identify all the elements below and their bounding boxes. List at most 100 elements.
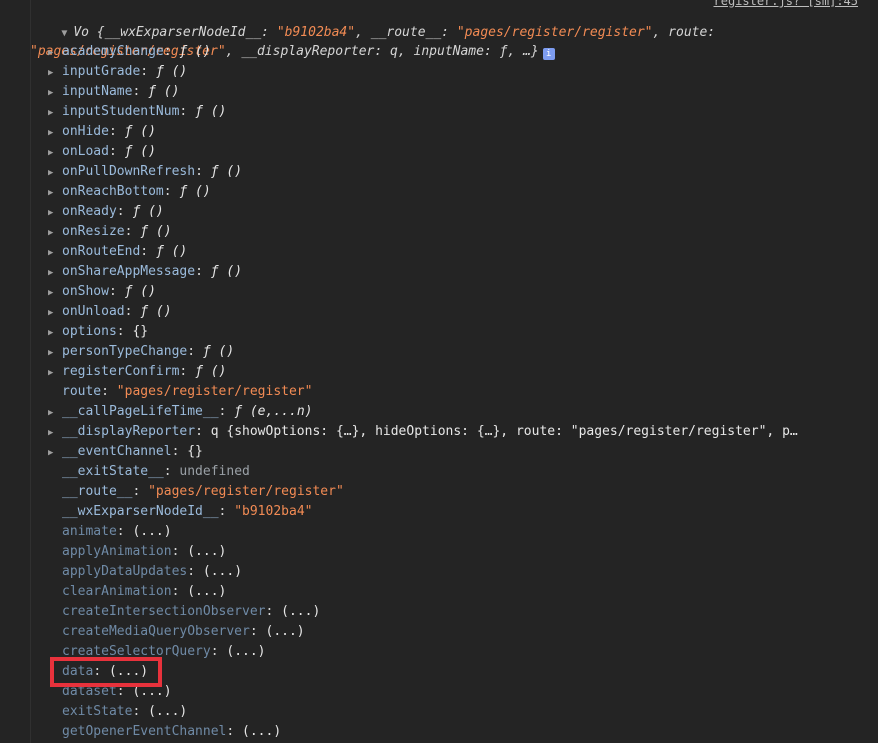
property-key: getOpenerEventChannel — [62, 724, 227, 739]
property-key: exitState — [62, 704, 133, 719]
property-value: ƒ () — [202, 344, 235, 359]
property-key: options — [62, 324, 117, 339]
property-key: inputGrade — [62, 64, 141, 79]
property-row-onshareappmessage[interactable]: ▶ onShareAppMessage: ƒ () — [48, 262, 868, 282]
property-value[interactable]: (...) — [148, 704, 187, 719]
property-value: ƒ () — [124, 284, 156, 299]
property-row-onload[interactable]: ▶ onLoad: ƒ () — [48, 142, 868, 162]
property-value: q {showOptions: {…}, hideOptions: {…}, r… — [210, 424, 798, 439]
property-row-applydataupdates[interactable]: ▶applyDataUpdates: (...) — [48, 562, 868, 582]
property-row-route[interactable]: ▶route: "pages/register/register" — [48, 382, 868, 402]
property-row-applyanimation[interactable]: ▶applyAnimation: (...) — [48, 542, 868, 562]
property-row-inputstudentnum[interactable]: ▶ inputStudentNum: ƒ () — [48, 102, 868, 122]
collapse-triangle-icon[interactable]: ▼ — [61, 25, 73, 43]
property-row-createselectorquery[interactable]: ▶createSelectorQuery: (...) — [48, 642, 868, 662]
colon-separator: : — [187, 564, 203, 579]
property-row-onpulldownrefresh[interactable]: ▶ onPullDownRefresh: ƒ () — [48, 162, 868, 182]
expand-triangle-icon[interactable]: ▶ — [48, 103, 62, 122]
property-key: clearAnimation — [62, 584, 172, 599]
property-row-inputgrade[interactable]: ▶ inputGrade: ƒ () — [48, 62, 868, 82]
property-row-onhide[interactable]: ▶ onHide: ƒ () — [48, 122, 868, 142]
property-key: onHide — [62, 124, 109, 139]
property-key: route — [62, 384, 102, 399]
colon-separator: : — [179, 104, 196, 119]
colon-separator: : — [171, 444, 188, 459]
property-value: "pages/register/register" — [148, 484, 344, 499]
property-value: ƒ () — [140, 304, 172, 319]
property-row-dataset[interactable]: ▶dataset: (...) — [48, 682, 868, 702]
expand-triangle-icon[interactable]: ▶ — [48, 63, 62, 82]
expand-triangle-icon[interactable]: ▶ — [48, 123, 62, 142]
property-value: {} — [132, 324, 149, 339]
expand-triangle-icon[interactable]: ▶ — [48, 223, 62, 242]
expand-triangle-icon[interactable]: ▶ — [48, 323, 62, 342]
expand-triangle-icon[interactable]: ▶ — [48, 43, 62, 62]
property-value: ƒ () — [179, 44, 211, 59]
property-value[interactable]: (...) — [203, 564, 242, 579]
property-row-academychange[interactable]: ▶ academyChange: ƒ () — [48, 42, 868, 62]
property-row-inputname[interactable]: ▶ inputName: ƒ () — [48, 82, 868, 102]
expand-triangle-icon[interactable]: ▶ — [48, 163, 62, 182]
expand-triangle-icon[interactable]: ▶ — [48, 203, 62, 222]
property-key: inputStudentNum — [62, 104, 180, 119]
property-row-createintersectionobserver[interactable]: ▶createIntersectionObserver: (...) — [48, 602, 868, 622]
property-row-onreachbottom[interactable]: ▶ onReachBottom: ƒ () — [48, 182, 868, 202]
property-row-onunload[interactable]: ▶ onUnload: ƒ () — [48, 302, 868, 322]
property-row-callpagelifetime[interactable]: ▶ __callPageLifeTime__: ƒ (e,...n) — [48, 402, 868, 422]
property-row-createmediaqueryobserver[interactable]: ▶createMediaQueryObserver: (...) — [48, 622, 868, 642]
expand-triangle-icon[interactable]: ▶ — [48, 83, 62, 102]
colon-separator: : — [116, 524, 133, 539]
property-row-persontypechange[interactable]: ▶ personTypeChange: ƒ () — [48, 342, 868, 362]
property-row-exitstate[interactable]: ▶__exitState__: undefined — [48, 462, 868, 482]
expand-triangle-icon[interactable]: ▶ — [48, 343, 62, 362]
colon-separator: : — [249, 624, 266, 639]
property-row-onresize[interactable]: ▶ onResize: ƒ () — [48, 222, 868, 242]
expand-triangle-icon[interactable]: ▶ — [48, 443, 62, 462]
expand-triangle-icon[interactable]: ▶ — [48, 183, 62, 202]
expand-triangle-icon[interactable]: ▶ — [48, 143, 62, 162]
property-row-animate[interactable]: ▶animate: (...) — [48, 522, 868, 542]
property-value[interactable]: (...) — [132, 524, 171, 539]
expand-triangle-icon[interactable]: ▶ — [48, 303, 62, 322]
console-gutter — [0, 0, 31, 743]
property-row-onshow[interactable]: ▶ onShow: ƒ () — [48, 282, 868, 302]
property-row-clearanimation[interactable]: ▶clearAnimation: (...) — [48, 582, 868, 602]
property-row-route[interactable]: ▶__route__: "pages/register/register" — [48, 482, 868, 502]
expand-triangle-icon[interactable]: ▶ — [48, 403, 62, 422]
property-row-getopenereventchannel[interactable]: ▶getOpenerEventChannel: (...) — [48, 722, 868, 742]
property-value[interactable]: (...) — [187, 584, 226, 599]
expand-triangle-icon[interactable]: ▶ — [48, 363, 62, 382]
property-row-exitstate[interactable]: ▶exitState: (...) — [48, 702, 868, 722]
colon-separator: : — [116, 324, 133, 339]
property-value[interactable]: (...) — [242, 724, 281, 739]
property-key: academyChange — [62, 44, 164, 59]
property-row-onrouteend[interactable]: ▶ onRouteEnd: ƒ () — [48, 242, 868, 262]
expand-triangle-icon[interactable]: ▶ — [48, 263, 62, 282]
property-key: onLoad — [62, 144, 109, 159]
colon-separator: : — [132, 84, 149, 99]
colon-separator: : — [218, 504, 235, 519]
property-row-options[interactable]: ▶ options: {} — [48, 322, 868, 342]
property-row-eventchannel[interactable]: ▶ __eventChannel: {} — [48, 442, 868, 462]
property-row-wxexparsernodeid[interactable]: ▶__wxExparserNodeId__: "b9102ba4" — [48, 502, 868, 522]
property-value[interactable]: (...) — [266, 624, 305, 639]
property-value[interactable]: (...) — [187, 544, 226, 559]
header-text-c: , route: — [652, 25, 723, 40]
property-row-data[interactable]: ▶data: (...) — [48, 662, 868, 682]
expand-triangle-icon[interactable]: ▶ — [48, 283, 62, 302]
property-row-onready[interactable]: ▶ onReady: ƒ () — [48, 202, 868, 222]
property-key: applyDataUpdates — [62, 564, 188, 579]
property-key: onRouteEnd — [62, 244, 141, 259]
property-value: ƒ () — [132, 204, 164, 219]
expand-triangle-icon[interactable]: ▶ — [48, 423, 62, 442]
colon-separator: : — [108, 144, 125, 159]
property-key: createIntersectionObserver — [62, 604, 266, 619]
colon-separator: : — [116, 204, 133, 219]
property-value[interactable]: (...) — [281, 604, 320, 619]
property-row-registerconfirm[interactable]: ▶ registerConfirm: ƒ () — [48, 362, 868, 382]
property-row-displayreporter[interactable]: ▶ __displayReporter: q {showOptions: {…},… — [48, 422, 868, 442]
property-key: registerConfirm — [62, 364, 180, 379]
property-value[interactable]: (...) — [226, 644, 265, 659]
property-key: onShareAppMessage — [62, 264, 196, 279]
expand-triangle-icon[interactable]: ▶ — [48, 243, 62, 262]
